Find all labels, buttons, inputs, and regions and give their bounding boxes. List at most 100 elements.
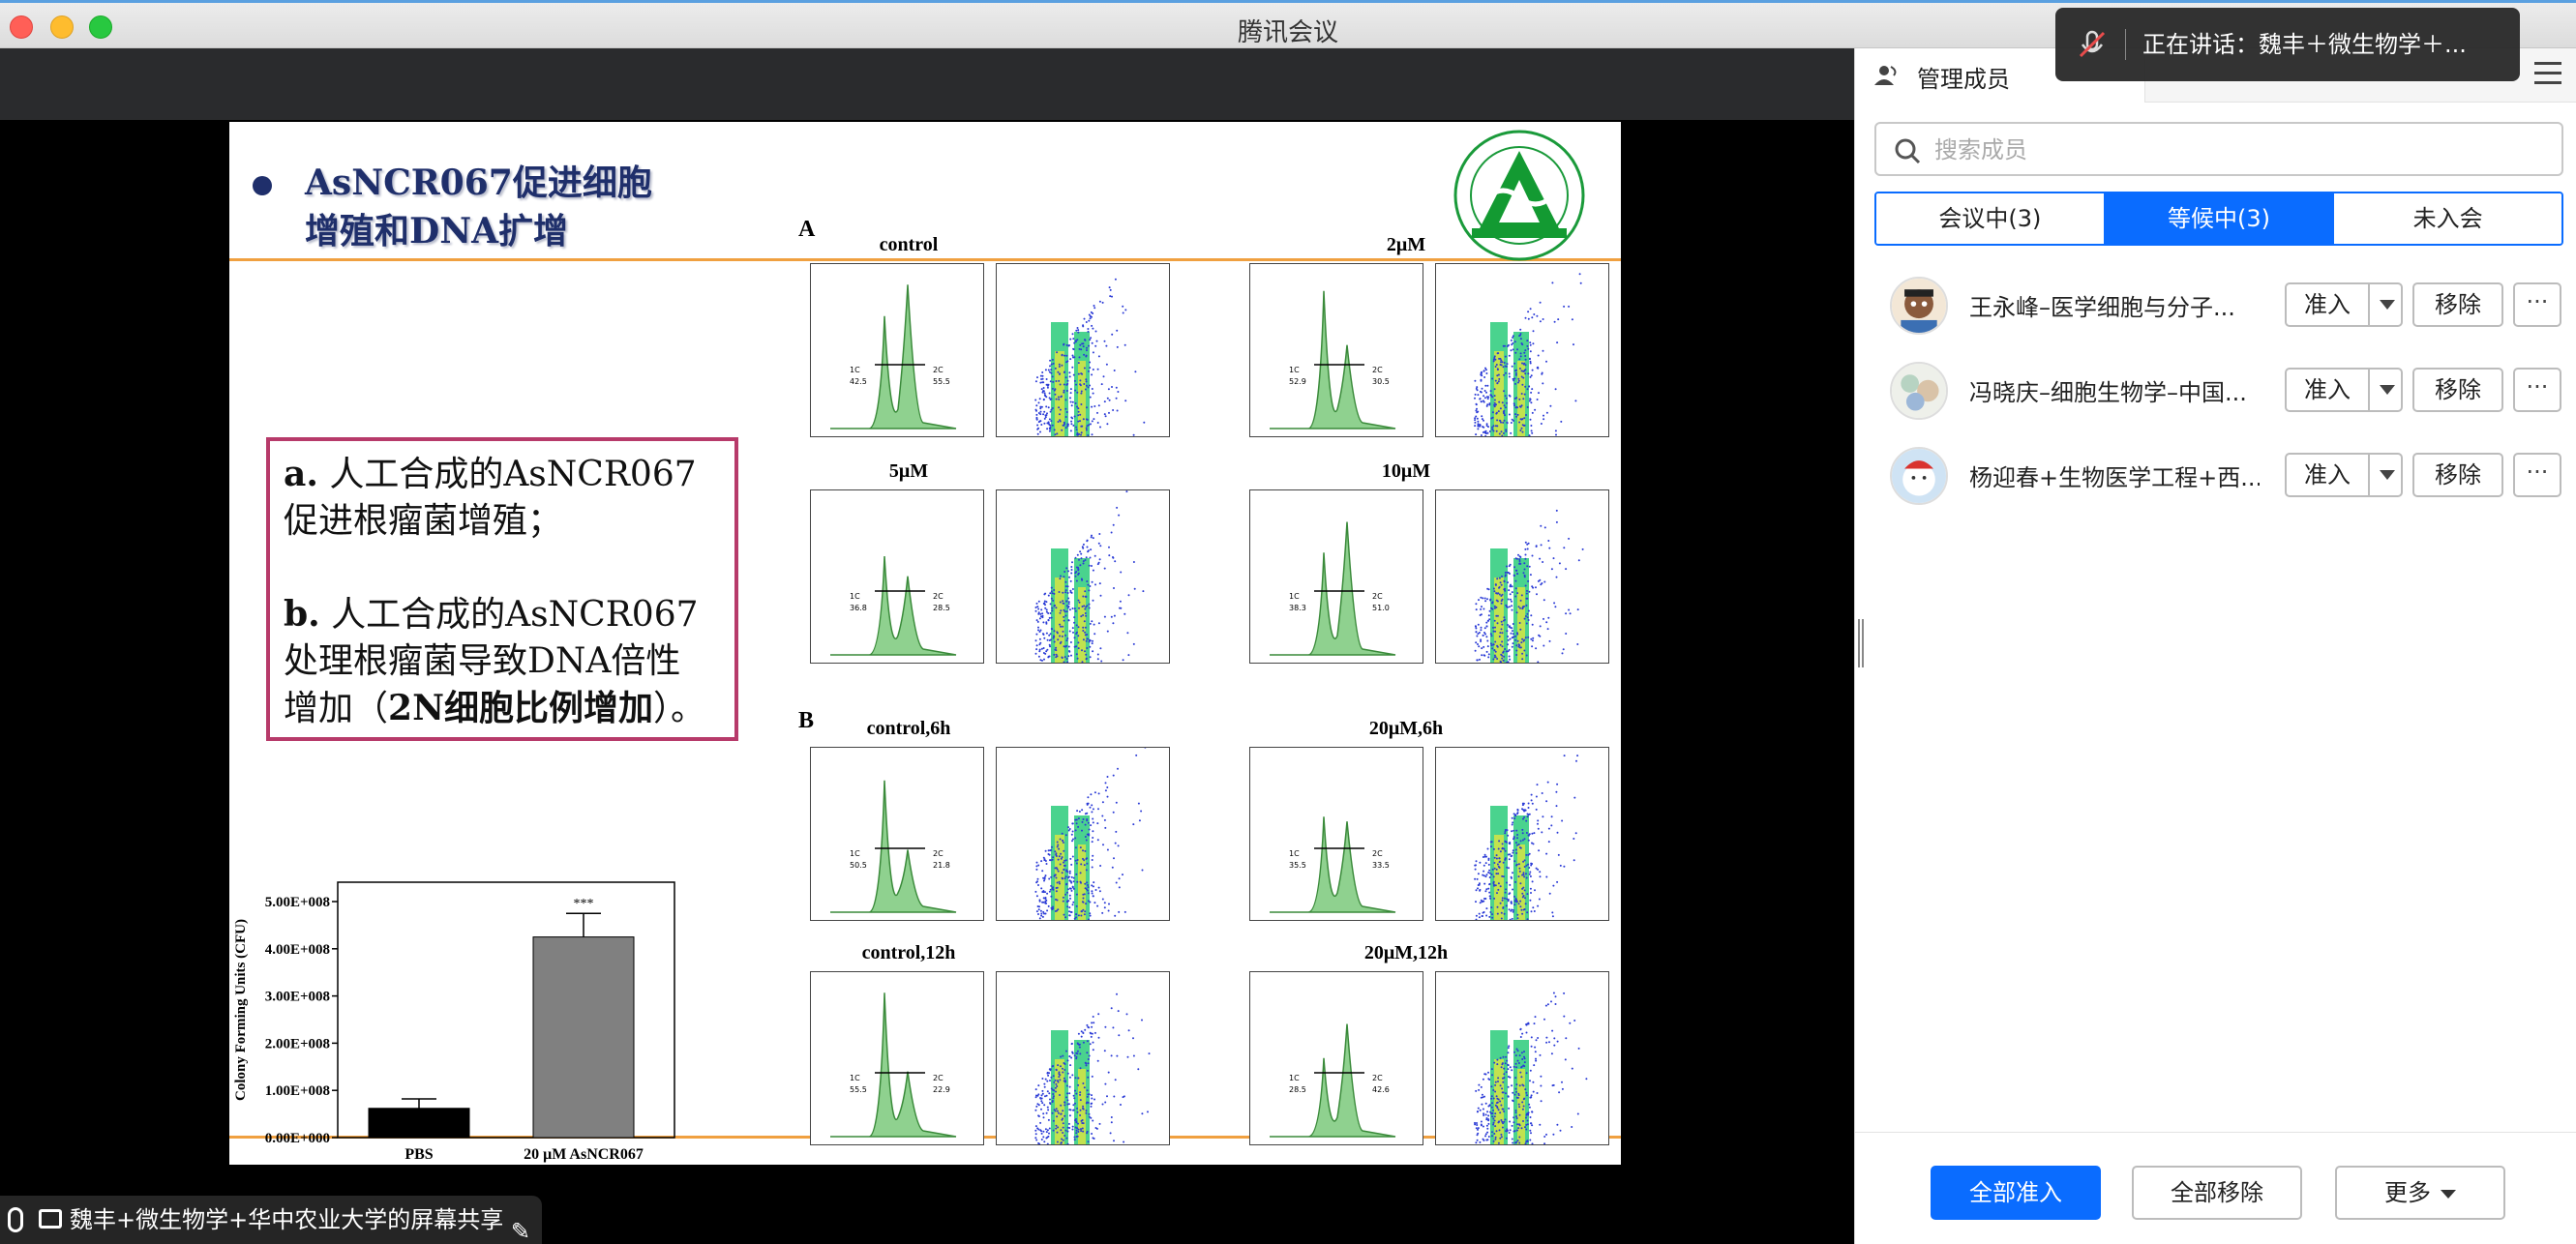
panel-resize-handle[interactable] bbox=[1858, 619, 1864, 667]
svg-text:42.5: 42.5 bbox=[850, 377, 867, 386]
mic-muted-icon bbox=[2079, 30, 2106, 58]
cfu-bar-chart: 0.00E+000 1.00E+008 2.00E+008 3.00E+008 4.00… bbox=[233, 881, 675, 1163]
svg-text:1C: 1C bbox=[850, 1074, 860, 1082]
chevron-down-icon bbox=[2441, 1189, 2456, 1199]
remove-all-button[interactable]: 全部移除 bbox=[2132, 1166, 2302, 1220]
dna-scatter-plot bbox=[1435, 489, 1609, 664]
search-input[interactable] bbox=[1934, 132, 2534, 168]
summary-textbox: a. 人工合成的AsNCR067 促进根瘤菌增殖； b. 人工合成的AsNCR0… bbox=[266, 437, 738, 741]
chevron-down-icon[interactable] bbox=[2380, 300, 2395, 310]
svg-text:1C: 1C bbox=[1289, 849, 1300, 858]
dna-scatter-plot bbox=[1435, 263, 1609, 437]
significance-label: *** bbox=[574, 897, 594, 911]
remove-button[interactable]: 移除 bbox=[2412, 282, 2503, 327]
tab-not-joined[interactable]: 未入会 bbox=[2334, 193, 2561, 244]
flow-panel-title: control,6h bbox=[866, 718, 951, 739]
flow-panel-title: 10μM bbox=[1381, 460, 1431, 482]
flow-panel-title: 20μM,6h bbox=[1368, 718, 1444, 739]
flow-panel-title: 20μM,12h bbox=[1363, 942, 1449, 963]
title-underline bbox=[229, 258, 1621, 261]
svg-text:2C: 2C bbox=[1372, 366, 1383, 374]
more-options-button[interactable]: ··· bbox=[2513, 282, 2561, 327]
y-tick-label: 2.00E+008 bbox=[265, 1036, 330, 1051]
bullet-icon bbox=[253, 176, 272, 195]
dna-histogram: 1C 42.5 2C 55.5 bbox=[810, 263, 984, 437]
dna-scatter-plot bbox=[1435, 747, 1609, 921]
y-tick-label: 5.00E+008 bbox=[265, 895, 330, 910]
dna-scatter-plot bbox=[996, 971, 1170, 1145]
x-tick-label: 20 μM AsNCR067 bbox=[524, 1146, 644, 1163]
bar bbox=[532, 936, 635, 1139]
svg-text:21.8: 21.8 bbox=[933, 861, 950, 870]
dna-histogram: 1C 36.8 2C 28.5 bbox=[810, 489, 984, 664]
dna-scatter-plot bbox=[1435, 971, 1609, 1145]
svg-text:36.8: 36.8 bbox=[850, 604, 867, 612]
remove-button[interactable]: 移除 bbox=[2412, 368, 2503, 412]
svg-text:1C: 1C bbox=[850, 592, 860, 601]
y-tick-label: 0.00E+000 bbox=[265, 1131, 330, 1146]
member-status-tabs: 会议中(3) 等候中(3) 未入会 bbox=[1874, 192, 2563, 246]
x-tick-label: PBS bbox=[404, 1146, 433, 1163]
slide-title: AsNCR067促进细胞 增殖和DNA扩增 bbox=[253, 159, 652, 255]
more-options-button[interactable]: ··· bbox=[2513, 368, 2561, 412]
shared-slide: AsNCR067促进细胞 增殖和DNA扩增 a. 人工合成的AsNCR067 促… bbox=[229, 122, 1621, 1165]
admit-button[interactable]: 准入 bbox=[2285, 282, 2403, 327]
dna-scatter-plot bbox=[996, 489, 1170, 664]
svg-text:2C: 2C bbox=[933, 849, 944, 858]
svg-text:22.9: 22.9 bbox=[933, 1085, 950, 1094]
y-tick-label: 1.00E+008 bbox=[265, 1083, 330, 1099]
y-tick-label: 4.00E+008 bbox=[265, 942, 330, 958]
svg-text:1C: 1C bbox=[1289, 592, 1300, 601]
flow-panel-title: 5μM bbox=[888, 460, 929, 482]
y-axis-label: Colony Forming Units (CFU) bbox=[233, 919, 249, 1101]
svg-text:33.5: 33.5 bbox=[1372, 861, 1390, 870]
bar bbox=[368, 1108, 470, 1139]
member-management-panel: 管理成员 会议中(3) 等候中(3) 未入会 王永峰–医学细胞与分子... 准入 bbox=[1854, 48, 2576, 1244]
annotate-pen-icon[interactable]: ✎ bbox=[511, 1207, 530, 1244]
svg-text:2C: 2C bbox=[933, 592, 944, 601]
member-name: 冯晓庆–细胞生物学–中国... bbox=[1969, 379, 2247, 406]
dna-histogram: 1C 38.3 2C 51.0 bbox=[1249, 489, 1423, 664]
list-item: 王永峰–医学细胞与分子... 准入 移除 ··· bbox=[1855, 263, 2576, 348]
active-speaker-indicator: 正在讲话：魏丰＋微生物学＋... bbox=[2055, 8, 2520, 81]
admit-button[interactable]: 准入 bbox=[2285, 368, 2403, 412]
flow-panel-title: 2μM bbox=[1386, 234, 1426, 255]
avatar bbox=[1890, 362, 1948, 420]
svg-text:1C: 1C bbox=[1289, 366, 1300, 374]
svg-text:42.6: 42.6 bbox=[1372, 1085, 1390, 1094]
member-name: 王永峰–医学细胞与分子... bbox=[1969, 294, 2235, 321]
more-actions-button[interactable]: 更多 bbox=[2335, 1166, 2505, 1220]
member-search bbox=[1874, 122, 2563, 176]
svg-text:28.5: 28.5 bbox=[1289, 1085, 1306, 1094]
members-icon bbox=[1874, 66, 1897, 85]
more-options-button[interactable]: ··· bbox=[2513, 453, 2561, 497]
remove-button[interactable]: 移除 bbox=[2412, 453, 2503, 497]
share-top-bar bbox=[0, 48, 1854, 120]
admit-button[interactable]: 准入 bbox=[2285, 453, 2403, 497]
panel-footer: 全部准入 全部移除 更多 bbox=[1855, 1132, 2576, 1244]
flow-panel-title: control bbox=[879, 234, 939, 255]
svg-text:2C: 2C bbox=[933, 366, 944, 374]
admit-all-button[interactable]: 全部准入 bbox=[1931, 1166, 2101, 1220]
svg-text:38.3: 38.3 bbox=[1289, 604, 1306, 612]
tab-waiting[interactable]: 等候中(3) bbox=[2105, 193, 2335, 244]
svg-text:2C: 2C bbox=[1372, 849, 1383, 858]
svg-text:1C: 1C bbox=[850, 849, 860, 858]
dna-scatter-plot bbox=[996, 263, 1170, 437]
y-tick-label: 3.00E+008 bbox=[265, 990, 330, 1005]
microphone-icon bbox=[8, 1207, 23, 1232]
svg-text:28.5: 28.5 bbox=[933, 604, 950, 612]
dna-histogram: 1C 50.5 2C 21.8 bbox=[810, 747, 984, 921]
dna-histogram: 1C 52.9 2C 30.5 bbox=[1249, 263, 1423, 437]
tab-in-meeting[interactable]: 会议中(3) bbox=[1876, 193, 2106, 244]
avatar bbox=[1890, 277, 1948, 335]
chevron-down-icon[interactable] bbox=[2380, 470, 2395, 480]
tencent-meeting-window: 腾讯会议 AsNCR067促进细胞 增殖和DNA扩增 a. 人工合成的AsNCR… bbox=[0, 0, 2576, 1244]
chevron-down-icon[interactable] bbox=[2380, 385, 2395, 395]
svg-text:55.5: 55.5 bbox=[850, 1085, 867, 1094]
svg-text:52.9: 52.9 bbox=[1289, 377, 1306, 386]
screen-share-icon bbox=[39, 1209, 62, 1229]
panel-menu-icon[interactable] bbox=[2534, 62, 2561, 87]
svg-text:30.5: 30.5 bbox=[1372, 377, 1390, 386]
svg-text:55.5: 55.5 bbox=[933, 377, 950, 386]
